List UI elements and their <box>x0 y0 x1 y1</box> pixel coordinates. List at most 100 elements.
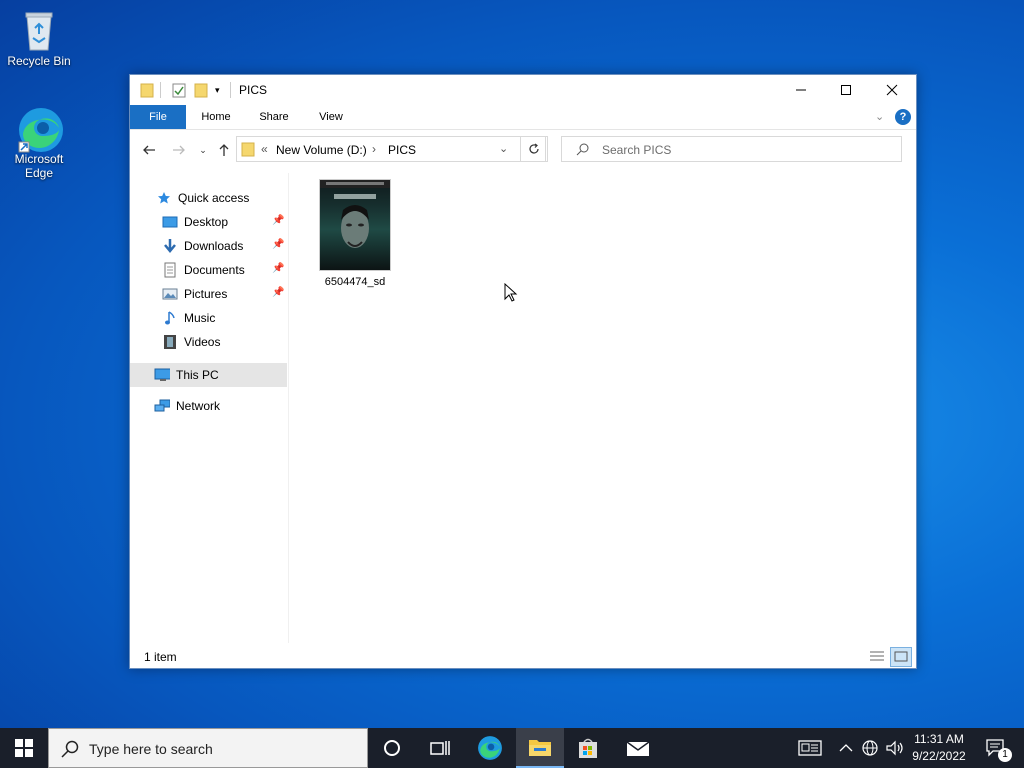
task-view-icon <box>430 741 450 755</box>
taskbar-store-button[interactable] <box>564 728 612 768</box>
search-input[interactable]: Search PICS <box>602 143 671 157</box>
sidebar-item-label: Downloads <box>184 239 244 253</box>
sidebar-item-this-pc[interactable]: This PC <box>130 363 287 387</box>
expand-ribbon-chevron-icon[interactable]: ⌄ <box>875 110 884 123</box>
taskbar-edge-button[interactable] <box>466 728 514 768</box>
large-icons-view-button[interactable] <box>890 647 912 667</box>
forward-arrow-icon <box>173 145 185 155</box>
taskbar-search-box[interactable]: Type here to search <box>48 728 368 768</box>
taskbar-mail-button[interactable] <box>614 728 662 768</box>
file-explorer-folder-icon <box>529 740 551 756</box>
sidebar-item-quick-access[interactable]: Quick access <box>130 187 287 209</box>
up-button[interactable] <box>214 140 234 160</box>
tab-home[interactable]: Home <box>194 105 238 129</box>
details-view-button[interactable] <box>868 648 886 664</box>
item-count: 1 item <box>144 650 177 664</box>
taskbar-search-input[interactable]: Type here to search <box>89 741 213 757</box>
window-title: PICS <box>239 83 268 97</box>
speaker-icon <box>886 740 903 756</box>
cortana-button[interactable] <box>368 728 416 768</box>
desktop-icon-edge[interactable]: Microsoft Edge <box>1 106 77 180</box>
forward-button[interactable] <box>169 140 189 160</box>
maximize-icon <box>841 85 851 95</box>
ribbon-tabs: File Home Share View ⌄ ? <box>130 105 916 130</box>
refresh-icon <box>529 143 539 154</box>
recent-locations-chevron-icon[interactable]: ⌄ <box>193 140 213 160</box>
pin-icon[interactable]: 📌 <box>272 215 284 226</box>
mouse-cursor-icon <box>504 283 518 302</box>
show-hidden-icons-button[interactable] <box>834 728 858 768</box>
tab-share[interactable]: Share <box>252 105 296 129</box>
maximize-button[interactable] <box>823 75 869 105</box>
sidebar-item-label: This PC <box>176 368 219 382</box>
image-thumbnail <box>319 179 391 271</box>
sidebar-item-label: Desktop <box>184 215 229 229</box>
file-item[interactable]: 6504474_sd <box>315 179 395 288</box>
address-bar[interactable]: « New Volume (D:) › PICS ⌄ <box>236 136 546 162</box>
pin-icon[interactable]: 📌 <box>272 287 284 298</box>
minimize-button[interactable] <box>778 75 824 105</box>
sidebar-item-videos[interactable]: Videos <box>130 331 287 353</box>
details-view-icon <box>870 651 884 661</box>
start-button[interactable] <box>0 728 48 768</box>
tray-date[interactable]: 9/22/2022 <box>908 749 970 763</box>
address-history-chevron-icon[interactable]: ⌄ <box>499 142 508 155</box>
address-overflow-chevron[interactable]: « <box>261 142 268 156</box>
close-button[interactable] <box>869 75 915 105</box>
tab-view[interactable]: View <box>310 105 352 129</box>
sidebar-item-pictures[interactable]: Pictures 📌 <box>130 283 287 305</box>
search-icon <box>61 740 79 758</box>
network-icon <box>154 398 170 414</box>
pin-icon[interactable]: 📌 <box>272 263 284 274</box>
customize-quick-access-chevron-icon[interactable]: ▾ <box>215 85 220 101</box>
tab-file[interactable]: File <box>130 105 186 129</box>
status-bar: 1 item <box>130 645 916 667</box>
file-name: 6504474_sd <box>324 276 386 288</box>
new-folder-icon[interactable] <box>194 82 208 98</box>
volume-tray-button[interactable] <box>882 728 908 768</box>
close-icon <box>886 84 898 96</box>
properties-icon[interactable] <box>172 82 186 98</box>
action-center-button[interactable]: 1 <box>976 728 1016 768</box>
sidebar-item-music[interactable]: Music <box>130 307 287 329</box>
breadcrumb-new-volume[interactable]: New Volume (D:) <box>276 143 367 157</box>
globe-icon <box>862 740 878 756</box>
help-icon[interactable]: ? <box>895 109 911 125</box>
taskbar: Type here to search 11:31 AM 9/22/2022 1 <box>0 728 1024 768</box>
breadcrumb-pics[interactable]: PICS <box>388 143 416 157</box>
sidebar-item-label: Music <box>184 311 216 325</box>
edge-label-line1: Microsoft <box>14 152 64 166</box>
document-icon <box>162 262 178 278</box>
sidebar-item-network[interactable]: Network <box>130 395 287 417</box>
music-note-icon <box>162 310 178 326</box>
chevron-up-icon <box>839 744 853 752</box>
sidebar-item-label: Quick access <box>178 191 250 205</box>
pin-icon[interactable]: 📌 <box>272 239 284 250</box>
file-explorer-window: ▾ PICS File Home Share View ⌄ ? ⌄ « New … <box>129 74 917 669</box>
title-bar[interactable]: ▾ PICS <box>130 75 916 105</box>
file-list[interactable]: 6504474_sd <box>289 173 915 643</box>
network-tray-button[interactable] <box>858 728 882 768</box>
search-box[interactable]: Search PICS <box>561 136 902 162</box>
edge-label-line2: Edge <box>24 166 54 180</box>
news-widget-button[interactable] <box>788 728 832 768</box>
desktop-icon <box>162 214 178 230</box>
cortana-circle-icon <box>384 740 400 756</box>
taskbar-file-explorer-button[interactable] <box>516 728 564 768</box>
windows-logo-icon <box>15 739 33 757</box>
sidebar-item-downloads[interactable]: Downloads 📌 <box>130 235 287 257</box>
minimize-icon <box>796 89 806 91</box>
desktop-icon-recycle-bin[interactable]: Recycle Bin <box>1 8 77 68</box>
edge-icon <box>17 106 63 153</box>
refresh-button[interactable] <box>520 136 548 162</box>
breadcrumb-separator-icon[interactable]: › <box>372 142 376 156</box>
star-icon <box>156 190 172 206</box>
recycle-bin-icon <box>17 8 61 52</box>
film-icon <box>162 334 178 350</box>
sidebar-item-documents[interactable]: Documents 📌 <box>130 259 287 281</box>
back-button[interactable] <box>139 140 159 160</box>
back-arrow-icon <box>143 145 155 155</box>
task-view-button[interactable] <box>416 728 464 768</box>
tray-time[interactable]: 11:31 AM <box>908 732 970 746</box>
sidebar-item-desktop[interactable]: Desktop 📌 <box>130 211 287 233</box>
